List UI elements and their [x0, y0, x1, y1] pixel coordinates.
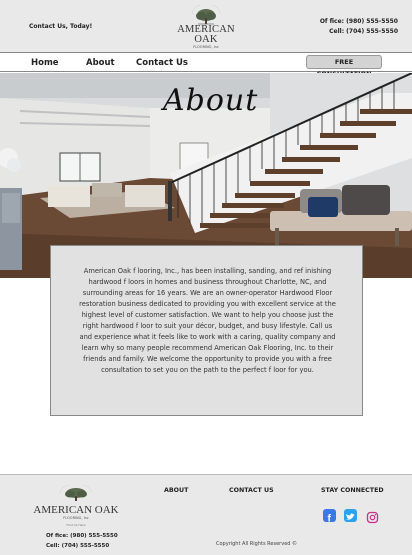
stay-connected-heading: STAY CONNECTED	[321, 487, 384, 494]
contact-us-today-link[interactable]: Contact Us, Today!	[29, 23, 92, 30]
oak-tree-icon	[191, 5, 221, 25]
facebook-icon[interactable]: f	[323, 509, 336, 525]
footer-logo-name: AMERICAN OAK	[33, 504, 119, 516]
footer-logo-tagline: Find Us Here	[66, 523, 86, 527]
nav-about[interactable]: About	[86, 58, 115, 68]
free-consultation-button[interactable]: FREE CONSULTATION	[306, 55, 382, 78]
main-nav: Home About Contact Us FREE CONSULTATION	[0, 52, 412, 78]
about-card: American Oak f looring, Inc., has been i…	[50, 245, 363, 416]
twitter-icon[interactable]	[344, 509, 357, 522]
instagram-icon[interactable]	[366, 509, 379, 524]
site-logo[interactable]: AMERICAN OAK FLOORING, Inc Find Us Here	[170, 5, 242, 55]
svg-text:f: f	[328, 514, 332, 525]
footer-phones: Of fice: (980) 555-5550 Cell: (704) 555-…	[46, 531, 118, 551]
footer-contact-link[interactable]: CONTACT US	[229, 487, 274, 494]
nav-home[interactable]: Home	[31, 58, 59, 68]
footer-office-phone[interactable]: Of fice: (980) 555-5550	[46, 531, 118, 541]
about-text: American Oak f looring, Inc., has been i…	[79, 267, 336, 374]
footer-about-link[interactable]: ABOUT	[164, 487, 188, 494]
copyright-text: Copyright All Rights Reserved ©	[216, 541, 298, 547]
oak-tree-icon	[59, 483, 93, 501]
header-cell-phone[interactable]: Cell: (704) 555-5550	[320, 27, 398, 37]
footer-logo[interactable]: AMERICAN OAK FLOORING, Inc Find Us Here	[28, 483, 124, 529]
site-footer: AMERICAN OAK FLOORING, Inc Find Us Here …	[0, 474, 412, 555]
site-header: Contact Us, Today! AMERICAN OAK FLOORING…	[0, 0, 412, 55]
footer-cell-phone[interactable]: Cell: (704) 555-5550	[46, 541, 118, 551]
nav-contact-us[interactable]: Contact Us	[136, 58, 188, 68]
page-title: About	[163, 83, 259, 118]
header-phones: Of fice: (980) 555-5550 Cell: (704) 555-…	[320, 17, 398, 37]
header-office-phone[interactable]: Of fice: (980) 555-5550	[320, 17, 398, 27]
logo-name: AMERICAN OAK	[177, 24, 235, 45]
